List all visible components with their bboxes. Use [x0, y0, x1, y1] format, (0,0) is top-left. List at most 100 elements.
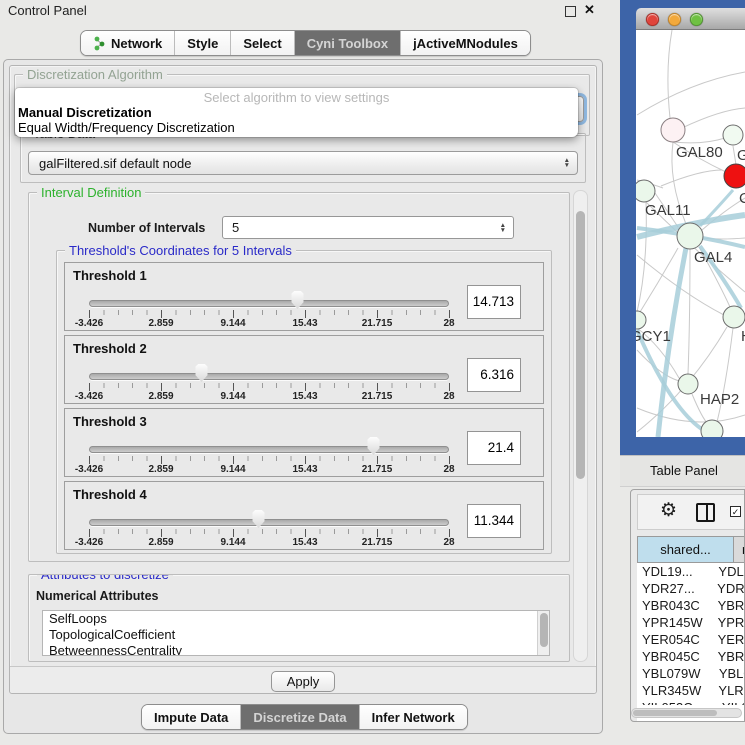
network-window-titlebar[interactable]: [636, 8, 745, 30]
node-bottom[interactable]: [701, 420, 723, 437]
apply-button[interactable]: Apply: [271, 671, 335, 692]
attribute-item-topologicalcoefficient[interactable]: TopologicalCoefficient: [43, 627, 549, 643]
cell[interactable]: YDR27...: [637, 580, 713, 597]
cell[interactable]: YIL0: [718, 699, 744, 705]
cell[interactable]: YLR3: [714, 682, 744, 699]
table-row[interactable]: YPR145WYPR1: [637, 614, 744, 631]
threshold-3-value-field[interactable]: 21.4: [467, 431, 521, 465]
cell[interactable]: YBL0: [715, 665, 744, 682]
node-label-gal4: GAL4: [694, 249, 732, 266]
close-panel-icon[interactable]: ✕: [584, 2, 595, 18]
gear-icon[interactable]: ⚙: [660, 499, 677, 522]
table-row[interactable]: YDL19...YDL1: [637, 563, 744, 580]
checkbox-icon[interactable]: ✓: [730, 506, 741, 517]
cell[interactable]: YER0: [714, 631, 744, 648]
threshold-2-value-field[interactable]: 6.316: [467, 358, 521, 392]
num-intervals-spinner[interactable]: 5 ▲▼: [222, 216, 514, 239]
cell[interactable]: YBR0: [714, 597, 744, 614]
slider-ticks: [89, 456, 450, 461]
attributes-list-scrollbar[interactable]: [537, 611, 549, 655]
cell[interactable]: YPR145W: [637, 614, 714, 631]
tab-infer-network[interactable]: Infer Network: [359, 705, 467, 729]
threshold-4-slider-track[interactable]: [89, 519, 449, 526]
cell[interactable]: YBR0: [714, 648, 744, 665]
tab-network[interactable]: Network: [81, 31, 174, 55]
control-panel-scrollbar-thumb[interactable]: [576, 211, 585, 479]
table-panel-title: Table Panel: [650, 463, 718, 478]
node-gal11[interactable]: [636, 180, 655, 202]
node-label-gal80: GAL80: [676, 144, 723, 161]
threshold-3-label: Threshold 3: [73, 414, 147, 429]
column-header-name[interactable]: na: [733, 536, 745, 563]
tab-discretize-data-label: Discretize Data: [253, 710, 346, 725]
tab-jactivemnodules-label: jActiveMNodules: [413, 36, 518, 51]
tab-cyni-toolbox[interactable]: Cyni Toolbox: [294, 31, 400, 55]
table-toolbar: ⚙ ✓ ✓: [637, 494, 744, 530]
tab-impute-data[interactable]: Impute Data: [142, 705, 240, 729]
tick-label: 15.43: [292, 391, 317, 402]
zoom-window-icon[interactable]: [690, 13, 703, 26]
tick-label: -3.426: [75, 464, 103, 475]
node-gcy1[interactable]: [636, 311, 646, 329]
threshold-1-value-field[interactable]: 14.713: [467, 285, 521, 319]
cell[interactable]: YPR1: [714, 614, 744, 631]
cell[interactable]: YDL19...: [637, 563, 714, 580]
table-row[interactable]: YBR043CYBR0: [637, 597, 744, 614]
dropdown-option-manual[interactable]: Manual Discretization: [18, 105, 575, 120]
threshold-2-slider-track[interactable]: [89, 373, 449, 380]
column-header-shared-name[interactable]: shared...: [637, 536, 734, 563]
cell[interactable]: YIL053C: [637, 699, 718, 705]
table-horizontal-scrollbar-thumb[interactable]: [633, 710, 717, 716]
float-panel-icon[interactable]: [565, 6, 576, 17]
split-columns-icon[interactable]: [696, 503, 715, 522]
tab-select[interactable]: Select: [230, 31, 293, 55]
table-row[interactable]: YLR345WYLR3: [637, 682, 744, 699]
network-edge: [668, 30, 672, 118]
attribute-item-selfloops[interactable]: SelfLoops: [43, 611, 549, 627]
tab-discretize-data[interactable]: Discretize Data: [240, 705, 358, 729]
table-row[interactable]: YDR27...YDR2: [637, 580, 744, 597]
tab-style-label: Style: [187, 36, 218, 51]
table-data-combobox[interactable]: galFiltered.sif default node ▲▼: [28, 151, 578, 175]
minimize-window-icon[interactable]: [668, 13, 681, 26]
node-g[interactable]: [723, 125, 743, 145]
table-row[interactable]: YIL053CYIL0: [637, 699, 744, 705]
table-row[interactable]: YBR045CYBR0: [637, 648, 744, 665]
cell[interactable]: YLR345W: [637, 682, 714, 699]
cyni-mode-tabs: Impute Data Discretize Data Infer Networ…: [141, 704, 468, 730]
node-label-g: G: [737, 147, 745, 164]
tab-style[interactable]: Style: [174, 31, 230, 55]
cell[interactable]: YDL1: [714, 563, 744, 580]
threshold-4-value-field[interactable]: 11.344: [467, 504, 521, 538]
node-gal80[interactable]: [661, 118, 685, 142]
dropdown-option-equal-width[interactable]: Equal Width/Frequency Discretization: [18, 120, 575, 135]
node-hap2[interactable]: [678, 374, 698, 394]
table-row[interactable]: YER054CYER0: [637, 631, 744, 648]
threshold-1-slider-track[interactable]: [89, 300, 449, 307]
attributes-list-scrollbar-thumb[interactable]: [540, 613, 548, 647]
attribute-item-betweennesscentrality[interactable]: BetweennessCentrality: [43, 643, 549, 656]
tick-label: 2.859: [148, 537, 173, 548]
cell[interactable]: YER054C: [637, 631, 714, 648]
cell[interactable]: YBR043C: [637, 597, 714, 614]
node-label-h: H: [741, 328, 745, 345]
node-gal4[interactable]: [677, 223, 703, 249]
control-panel-title: Control Panel: [8, 3, 87, 18]
tick-label: 15.43: [292, 464, 317, 475]
table-horizontal-scrollbar[interactable]: [631, 708, 742, 718]
network-canvas[interactable]: GAL80 G C GAL11 GAL4 GCY1 H HAP2: [636, 30, 745, 437]
cell[interactable]: YBL079W: [637, 665, 715, 682]
close-window-icon[interactable]: [646, 13, 659, 26]
cell[interactable]: YBR045C: [637, 648, 714, 665]
node-red-selected[interactable]: [724, 164, 745, 188]
dropdown-prompt: Select algorithm to view settings: [15, 90, 578, 105]
threshold-3-slider-track[interactable]: [89, 446, 449, 453]
control-panel-scrollbar[interactable]: [573, 190, 588, 662]
threshold-2-label: Threshold 2: [73, 341, 147, 356]
node-h[interactable]: [723, 306, 745, 328]
tab-jactivemnodules[interactable]: jActiveMNodules: [400, 31, 530, 55]
table-row[interactable]: YBL079WYBL0: [637, 665, 744, 682]
node-label-gcy1: GCY1: [636, 328, 671, 345]
cell[interactable]: YDR2: [713, 580, 744, 597]
tick-label: -3.426: [75, 537, 103, 548]
